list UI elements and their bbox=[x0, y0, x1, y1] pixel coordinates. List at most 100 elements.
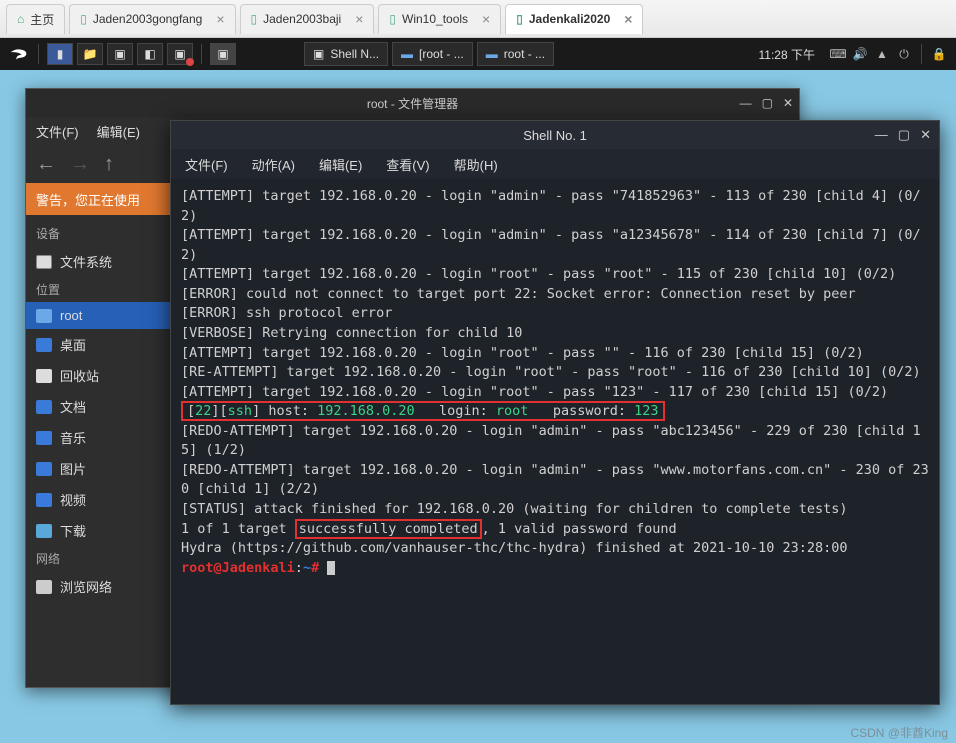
sidebar-item-videos[interactable]: 视频 bbox=[26, 484, 171, 515]
panel-launcher-1[interactable]: ▮ bbox=[47, 43, 73, 65]
out-line: 1 of 1 target successfully completed, 1 … bbox=[181, 519, 677, 539]
sidebar-item-filesystem[interactable]: 文件系统 bbox=[26, 246, 171, 277]
fm-titlebar[interactable]: root - 文件管理器 — ▢ ✕ bbox=[26, 89, 799, 117]
sidebar-item-music[interactable]: 音乐 bbox=[26, 422, 171, 453]
panel-launcher-terminal[interactable]: ▣ bbox=[107, 43, 133, 65]
videos-icon bbox=[36, 493, 52, 507]
music-icon bbox=[36, 431, 52, 445]
documents-icon bbox=[36, 400, 52, 414]
sidebar-item-downloads[interactable]: 下载 bbox=[26, 515, 171, 546]
panel-launcher-files[interactable]: 📁 bbox=[77, 43, 103, 65]
task-label: [root - ... bbox=[419, 47, 464, 61]
out-line: [ERROR] could not connect to target port… bbox=[181, 286, 856, 302]
watermark: CSDN @非酋King bbox=[850, 724, 948, 741]
minimize-icon[interactable]: — bbox=[875, 127, 888, 143]
task-label: Shell N... bbox=[330, 47, 379, 61]
notification-icon[interactable]: ▲ bbox=[873, 47, 891, 61]
prompt-line: root@Jadenkali:~# bbox=[181, 560, 335, 576]
maximize-icon[interactable]: ▢ bbox=[762, 96, 773, 110]
out-line: [REDO-ATTEMPT] target 192.168.0.20 - log… bbox=[181, 462, 929, 498]
clock[interactable]: 11:28 下午 bbox=[759, 46, 815, 63]
out-line: [ATTEMPT] target 192.168.0.20 - login "r… bbox=[181, 345, 864, 361]
sidebar-item-documents[interactable]: 文档 bbox=[26, 391, 171, 422]
lock-icon[interactable]: 🔒 bbox=[930, 47, 948, 61]
back-icon[interactable]: ← bbox=[36, 153, 56, 176]
close-icon[interactable]: × bbox=[216, 11, 224, 27]
panel-launcher-5[interactable]: ▣ bbox=[167, 43, 193, 65]
sidebar-item-desktop[interactable]: 桌面 bbox=[26, 329, 171, 360]
task-root-2[interactable]: ▬ root - ... bbox=[477, 42, 554, 66]
close-icon[interactable]: × bbox=[624, 11, 632, 27]
menu-view[interactable]: 查看(V) bbox=[386, 155, 429, 174]
kali-logo-icon[interactable] bbox=[8, 43, 30, 65]
close-icon[interactable]: ✕ bbox=[920, 127, 931, 143]
panel-launcher-terminal-active[interactable]: ▣ bbox=[210, 43, 236, 65]
tab-home[interactable]: ⌂ 主页 bbox=[6, 4, 65, 34]
up-icon[interactable]: ↑ bbox=[104, 153, 114, 176]
out-line: [ATTEMPT] target 192.168.0.20 - login "a… bbox=[181, 227, 921, 263]
out-line: [ERROR] ssh protocol error bbox=[181, 305, 392, 321]
menu-action[interactable]: 动作(A) bbox=[252, 155, 295, 174]
task-shell[interactable]: ▣ Shell N... bbox=[304, 42, 388, 66]
out-line: [ATTEMPT] target 192.168.0.20 - login "a… bbox=[181, 188, 921, 224]
cursor bbox=[327, 561, 335, 575]
shell-window: Shell No. 1 — ▢ ✕ 文件(F) 动作(A) 编辑(E) 查看(V… bbox=[170, 120, 940, 705]
trash-icon bbox=[36, 369, 52, 383]
tab-label: Win10_tools bbox=[402, 12, 468, 26]
kali-top-panel: ▮ 📁 ▣ ◧ ▣ ▣ ▣ Shell N... ▬ [root - ... ▬… bbox=[0, 38, 956, 70]
close-icon[interactable]: ✕ bbox=[783, 96, 793, 110]
sidebar-item-pictures[interactable]: 图片 bbox=[26, 453, 171, 484]
tab-jaden-baji[interactable]: ▯ Jaden2003baji × bbox=[240, 4, 375, 34]
pictures-icon bbox=[36, 462, 52, 476]
task-label: root - ... bbox=[504, 47, 545, 61]
vm-icon: ▯ bbox=[516, 12, 523, 26]
home-icon: ⌂ bbox=[17, 12, 24, 26]
terminal-output[interactable]: [ATTEMPT] target 192.168.0.20 - login "a… bbox=[171, 179, 939, 586]
menu-help[interactable]: 帮助(H) bbox=[454, 155, 498, 174]
section-network: 网络 bbox=[26, 546, 171, 571]
downloads-icon bbox=[36, 524, 52, 538]
tab-jadenkali2020[interactable]: ▯ Jadenkali2020 × bbox=[505, 4, 643, 34]
fm-sidebar: 设备 文件系统 位置 root 桌面 回收站 文档 音乐 图片 视频 下载 网络… bbox=[26, 215, 171, 687]
section-devices: 设备 bbox=[26, 221, 171, 246]
close-icon[interactable]: × bbox=[355, 11, 363, 27]
vm-icon: ▯ bbox=[389, 12, 396, 26]
maximize-icon[interactable]: ▢ bbox=[898, 127, 910, 143]
tab-label: Jadenkali2020 bbox=[529, 12, 610, 26]
shell-title: Shell No. 1 bbox=[523, 128, 587, 143]
fm-title: root - 文件管理器 bbox=[367, 95, 458, 112]
terminal-icon: ▣ bbox=[313, 47, 324, 61]
forward-icon[interactable]: → bbox=[70, 153, 90, 176]
out-line: [RE-ATTEMPT] target 192.168.0.20 - login… bbox=[181, 364, 921, 380]
tab-label: Jaden2003baji bbox=[263, 12, 341, 26]
out-line: [REDO-ATTEMPT] target 192.168.0.20 - log… bbox=[181, 423, 921, 459]
volume-icon[interactable]: 🔊 bbox=[851, 47, 869, 61]
panel-launcher-4[interactable]: ◧ bbox=[137, 43, 163, 65]
vm-icon: ▯ bbox=[80, 12, 87, 26]
success-highlight: successfully completed bbox=[295, 519, 482, 539]
sidebar-item-trash[interactable]: 回收站 bbox=[26, 360, 171, 391]
out-line: [VERBOSE] Retrying connection for child … bbox=[181, 325, 522, 341]
section-places: 位置 bbox=[26, 277, 171, 302]
menu-edit[interactable]: 编辑(E) bbox=[319, 155, 362, 174]
tab-jaden-gongfang[interactable]: ▯ Jaden2003gongfang × bbox=[69, 4, 235, 34]
out-line: Hydra (https://github.com/vanhauser-thc/… bbox=[181, 540, 847, 556]
task-root-fm[interactable]: ▬ [root - ... bbox=[392, 42, 473, 66]
sidebar-item-root[interactable]: root bbox=[26, 302, 171, 329]
menu-edit[interactable]: 编辑(E) bbox=[97, 122, 140, 141]
shell-titlebar[interactable]: Shell No. 1 — ▢ ✕ bbox=[171, 121, 939, 149]
browser-tab-strip: ⌂ 主页 ▯ Jaden2003gongfang × ▯ Jaden2003ba… bbox=[0, 0, 956, 38]
out-line: [STATUS] attack finished for 192.168.0.2… bbox=[181, 501, 847, 517]
tab-label: Jaden2003gongfang bbox=[93, 12, 202, 26]
tab-win10-tools[interactable]: ▯ Win10_tools × bbox=[378, 4, 501, 34]
menu-file[interactable]: 文件(F) bbox=[185, 155, 228, 174]
power-icon[interactable]: ⏻ bbox=[895, 47, 913, 62]
network-icon bbox=[36, 580, 52, 594]
menu-file[interactable]: 文件(F) bbox=[36, 122, 79, 141]
minimize-icon[interactable]: — bbox=[740, 96, 752, 110]
desktop-icon bbox=[36, 338, 52, 352]
out-line: [ATTEMPT] target 192.168.0.20 - login "r… bbox=[181, 384, 888, 400]
keyboard-icon[interactable]: ⌨ bbox=[829, 47, 847, 61]
sidebar-item-browse-network[interactable]: 浏览网络 bbox=[26, 571, 171, 602]
close-icon[interactable]: × bbox=[482, 11, 490, 27]
